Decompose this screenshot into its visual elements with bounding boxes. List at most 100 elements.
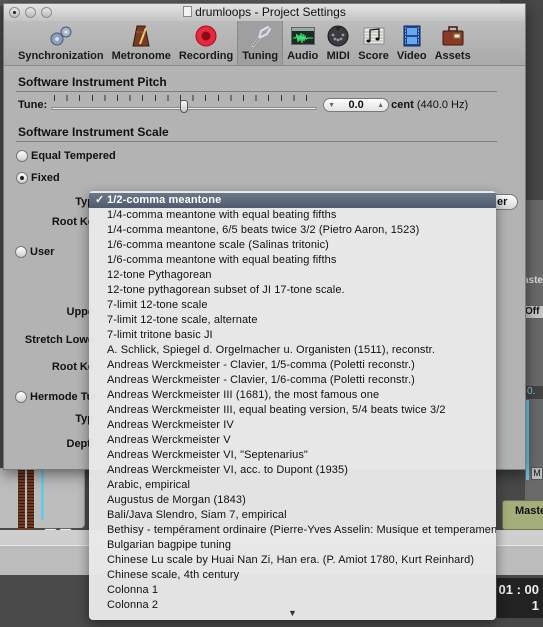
menu-item-label: 12-tone Pythagorean bbox=[107, 269, 212, 281]
menu-item[interactable]: Andreas Werckmeister IV bbox=[89, 418, 496, 433]
tuning-pane: Software Instrument Pitch Tune: ▼ 0.0 ▲ … bbox=[4, 66, 525, 189]
menu-item-label: 7-limit tritone basic JI bbox=[107, 329, 213, 341]
menu-item-label: Augustus de Morgan (1843) bbox=[107, 494, 246, 506]
menu-item-label: 1/6-comma meantone with equal beating fi… bbox=[107, 254, 337, 266]
radio-hermode[interactable]: Hermode Tur bbox=[15, 386, 98, 408]
tab-tuning[interactable]: Tuning bbox=[237, 21, 284, 65]
bg-volume-fader[interactable] bbox=[41, 468, 44, 520]
bg-volume-readout: 0. bbox=[524, 386, 543, 399]
menu-item[interactable]: Chinese Lu scale by Huai Nan Zi, Han era… bbox=[89, 553, 496, 568]
type-2-label: Typ bbox=[75, 413, 94, 425]
radio-label: Fixed bbox=[31, 172, 60, 184]
scroll-down-arrow-icon[interactable]: ▼ bbox=[89, 608, 496, 618]
radio-button[interactable] bbox=[15, 246, 27, 258]
bg-lcd-time: 01 : 00 bbox=[498, 582, 539, 597]
radio-button[interactable] bbox=[16, 150, 28, 162]
menu-item-label: Andreas Werckmeister VI, "Septenarius" bbox=[107, 449, 308, 461]
menu-item[interactable]: Augustus de Morgan (1843) bbox=[89, 493, 496, 508]
scale-type-menu[interactable]: ✓ 1/2-comma meantone 1/4-comma meantone wi… bbox=[89, 191, 496, 620]
tab-score[interactable]: Score bbox=[354, 21, 393, 65]
radio-fixed[interactable]: Fixed bbox=[16, 167, 513, 189]
tab-label: Assets bbox=[434, 50, 471, 62]
tab-label: MIDI bbox=[326, 50, 350, 62]
increment-arrow-icon[interactable]: ▲ bbox=[377, 102, 384, 109]
tune-label: Tune: bbox=[18, 99, 48, 111]
tab-assets[interactable]: Assets bbox=[431, 21, 475, 65]
tab-label: Score bbox=[358, 50, 389, 62]
menu-item[interactable]: Andreas Werckmeister III, equal beating … bbox=[89, 403, 496, 418]
menu-item[interactable]: Bali/Java Slendro, Siam 7, empirical bbox=[89, 508, 496, 523]
settings-toolbar: Synchronization Metronome Recording Tuni… bbox=[4, 21, 525, 66]
bg-mute-button-right[interactable]: M bbox=[531, 467, 543, 480]
tune-row: Tune: ▼ 0.0 ▲ cent (440.0 Hz) bbox=[16, 92, 513, 118]
tab-video[interactable]: Video bbox=[393, 21, 431, 65]
type-popup-button[interactable]: er bbox=[494, 194, 518, 210]
bg-level-meter-left-1 bbox=[18, 468, 25, 538]
slider-knob[interactable] bbox=[180, 100, 189, 113]
menu-item[interactable]: Andreas Werckmeister VI, acc. to Dupont … bbox=[89, 463, 496, 478]
menu-item-label: Bali/Java Slendro, Siam 7, empirical bbox=[107, 509, 287, 521]
tab-audio[interactable]: Audio bbox=[283, 21, 322, 65]
menu-item[interactable]: Arabic, empirical bbox=[89, 478, 496, 493]
tune-slider[interactable] bbox=[51, 95, 318, 115]
scale-section-title: Software Instrument Scale bbox=[16, 122, 497, 142]
menu-item-label: Andreas Werckmeister IV bbox=[107, 419, 234, 431]
tune-hz: (440.0 Hz) bbox=[416, 99, 469, 111]
menu-item-label: A. Schlick, Spiegel d. Orgelmacher u. Or… bbox=[107, 344, 435, 356]
tab-metronome[interactable]: Metronome bbox=[108, 21, 175, 65]
menu-item[interactable]: A. Schlick, Spiegel d. Orgelmacher u. Or… bbox=[89, 343, 496, 358]
menu-item[interactable]: 12-tone Pythagorean bbox=[89, 268, 496, 283]
menu-item[interactable]: Andreas Werckmeister VI, "Septenarius" bbox=[89, 448, 496, 463]
tab-label: Recording bbox=[178, 50, 234, 62]
menu-item[interactable]: Andreas Werckmeister III (1681), the mos… bbox=[89, 388, 496, 403]
menu-item[interactable]: 1/4-comma meantone, 6/5 beats twice 3/2 … bbox=[89, 223, 496, 238]
menu-item-label: Bulgarian bagpipe tuning bbox=[107, 539, 232, 551]
menu-item[interactable]: Andreas Werckmeister V bbox=[89, 433, 496, 448]
menu-item[interactable]: 7-limit tritone basic JI bbox=[89, 328, 496, 343]
tab-synchronization[interactable]: Synchronization bbox=[14, 21, 108, 65]
film-icon bbox=[400, 24, 424, 48]
upper-label: Uppe bbox=[66, 306, 95, 318]
menu-item[interactable]: Chinese scale, 4th century bbox=[89, 568, 496, 583]
menu-item[interactable]: 1/6-comma meantone scale (Salinas triton… bbox=[89, 238, 496, 253]
tune-stepper[interactable]: ▼ 0.0 ▲ bbox=[323, 98, 390, 112]
menu-item[interactable]: Bulgarian bagpipe tuning bbox=[89, 538, 496, 553]
close-button[interactable] bbox=[9, 7, 20, 18]
minimize-button[interactable] bbox=[25, 7, 36, 18]
menu-item[interactable]: 1/6-comma meantone with equal beating fi… bbox=[89, 253, 496, 268]
menu-item[interactable]: Bethisy - tempérament ordinaire (Pierre-… bbox=[89, 523, 496, 538]
tab-recording[interactable]: Recording bbox=[175, 21, 237, 65]
menu-item[interactable]: 12-tone pythagorean subset of JI 17-tone… bbox=[89, 283, 496, 298]
pitch-section-title: Software Instrument Pitch bbox=[16, 72, 497, 92]
briefcase-icon bbox=[441, 24, 465, 48]
tab-label: Audio bbox=[287, 50, 319, 62]
menu-item-label: Andreas Werckmeister - Clavier, 1/5-comm… bbox=[107, 359, 415, 371]
zoom-button[interactable] bbox=[41, 7, 52, 18]
title-bar[interactable]: drumloops - Project Settings bbox=[4, 4, 525, 21]
menu-item[interactable]: 1/4-comma meantone with equal beating fi… bbox=[89, 208, 496, 223]
radio-button[interactable] bbox=[16, 172, 28, 184]
menu-item[interactable]: 7-limit 12-tone scale, alternate bbox=[89, 313, 496, 328]
radio-label: Equal Tempered bbox=[31, 150, 116, 162]
menu-item[interactable]: Andreas Werckmeister - Clavier, 1/5-comm… bbox=[89, 358, 496, 373]
tab-midi[interactable]: MIDI bbox=[322, 21, 354, 65]
metronome-icon bbox=[129, 24, 153, 48]
menu-item-label: Chinese scale, 4th century bbox=[107, 569, 240, 581]
score-icon bbox=[362, 24, 386, 48]
menu-item-label: 12-tone pythagorean subset of JI 17-tone… bbox=[107, 284, 345, 296]
document-icon bbox=[183, 6, 193, 17]
bg-master-track[interactable]: Master bbox=[502, 500, 543, 530]
radio-user[interactable]: User bbox=[15, 241, 54, 263]
menu-item[interactable]: ✓ 1/2-comma meantone bbox=[89, 193, 496, 208]
radio-button[interactable] bbox=[15, 391, 27, 403]
menu-item[interactable]: 7-limit 12-tone scale bbox=[89, 298, 496, 313]
radio-label: Hermode Tur bbox=[30, 391, 98, 403]
menu-item[interactable]: Colonna 1 bbox=[89, 583, 496, 598]
radio-equal-tempered[interactable]: Equal Tempered bbox=[16, 145, 513, 167]
tune-value[interactable]: 0.0 bbox=[348, 99, 363, 111]
record-icon bbox=[194, 24, 218, 48]
decrement-arrow-icon[interactable]: ▼ bbox=[328, 102, 335, 109]
menu-item[interactable]: Andreas Werckmeister - Clavier, 1/6-comm… bbox=[89, 373, 496, 388]
tune-unit: cent (440.0 Hz) bbox=[391, 99, 468, 111]
menu-item-label: 7-limit 12-tone scale, alternate bbox=[107, 314, 258, 326]
